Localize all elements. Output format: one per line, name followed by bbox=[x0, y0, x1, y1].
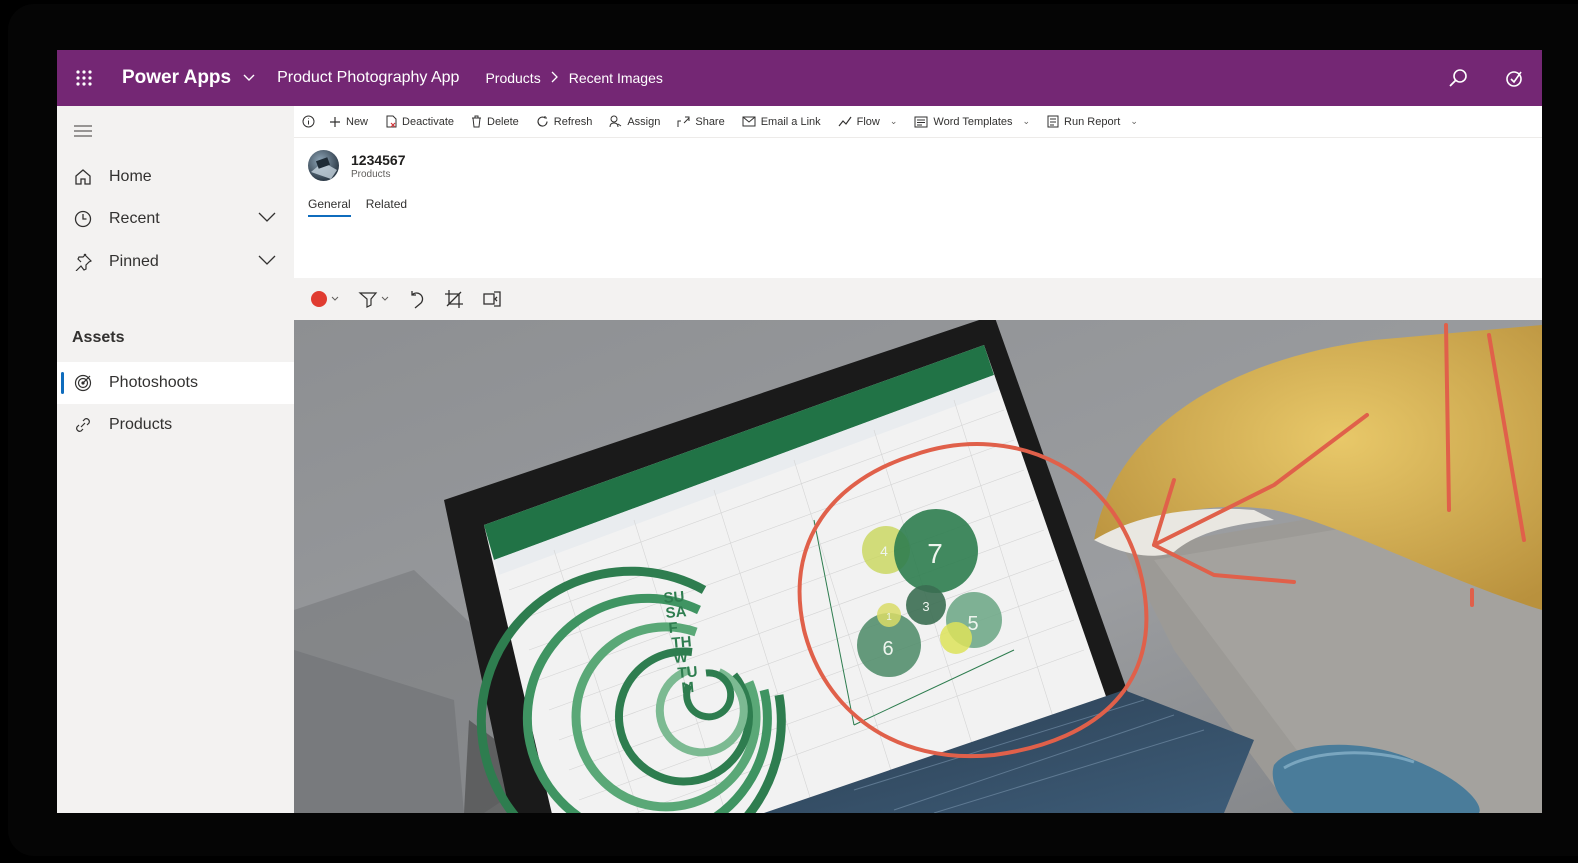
pen-color-swatch bbox=[311, 291, 327, 307]
waffle-icon[interactable] bbox=[57, 50, 111, 106]
clock-icon bbox=[57, 210, 109, 228]
chevron-down-icon[interactable] bbox=[243, 71, 255, 85]
sidebar-item-label: Home bbox=[109, 168, 152, 185]
chevron-right-icon bbox=[551, 70, 559, 86]
highlighter-tool[interactable] bbox=[358, 290, 390, 308]
info-icon[interactable] bbox=[302, 115, 315, 128]
breadcrumb: Products Recent Images bbox=[485, 70, 662, 86]
flow-button[interactable]: Flow ⌄ bbox=[838, 116, 898, 128]
record-id: 1234567 bbox=[351, 151, 406, 168]
word-icon bbox=[914, 116, 928, 128]
new-button[interactable]: New bbox=[329, 116, 368, 128]
avatar bbox=[308, 150, 339, 181]
flow-icon bbox=[838, 116, 852, 128]
bubble-label: 6 bbox=[882, 638, 893, 660]
deactivate-icon bbox=[385, 115, 397, 128]
person-icon bbox=[609, 115, 622, 128]
share-button[interactable]: Share bbox=[677, 115, 725, 128]
crop-button[interactable] bbox=[444, 289, 464, 309]
main-content: New Deactivate Delete Refresh Assign Sha… bbox=[294, 106, 1542, 813]
word-templates-button[interactable]: Word Templates ⌄ bbox=[914, 116, 1030, 128]
sidebar-item-label: Recent bbox=[109, 210, 160, 227]
ring-label: M bbox=[681, 679, 695, 697]
target-icon bbox=[57, 374, 109, 392]
hamburger-menu[interactable] bbox=[57, 110, 294, 152]
email-link-button[interactable]: Email a Link bbox=[742, 116, 821, 128]
sidebar-item-recent[interactable]: Recent bbox=[57, 198, 294, 240]
top-nav-bar: Power Apps Product Photography App Produ… bbox=[57, 50, 1542, 106]
product-photo: SU SA F TH W TU M 4 7 3 5 6 1 bbox=[294, 320, 1542, 813]
bubble-label: 1 bbox=[886, 612, 892, 623]
command-bar: New Deactivate Delete Refresh Assign Sha… bbox=[294, 106, 1542, 138]
plus-icon bbox=[329, 116, 341, 128]
refresh-button[interactable]: Refresh bbox=[536, 115, 592, 128]
undo-button[interactable] bbox=[408, 289, 426, 309]
ink-toolbar bbox=[294, 278, 1542, 320]
photo-canvas[interactable]: SU SA F TH W TU M 4 7 3 5 6 1 bbox=[294, 320, 1542, 813]
bubble-label: 5 bbox=[967, 613, 978, 635]
report-icon bbox=[1047, 115, 1059, 128]
pen-color-icon bbox=[311, 291, 339, 307]
deactivate-button[interactable]: Deactivate bbox=[385, 115, 454, 128]
sidebar-item-home[interactable]: Home bbox=[57, 156, 294, 198]
bubble-label: 4 bbox=[880, 543, 888, 559]
record-entity: Products bbox=[351, 168, 391, 180]
tab-general[interactable]: General bbox=[308, 197, 351, 217]
brand-name[interactable]: Power Apps bbox=[122, 67, 231, 89]
assign-button[interactable]: Assign bbox=[609, 115, 660, 128]
hamburger-icon[interactable] bbox=[57, 124, 109, 138]
highlighter-icon bbox=[358, 292, 389, 308]
chevron-down-icon[interactable] bbox=[258, 210, 276, 228]
bubble-label: 3 bbox=[922, 599, 929, 614]
sidebar-item-label: Products bbox=[109, 416, 173, 433]
sidebar: Home Recent Pinned Assets Photoshoots Pr… bbox=[57, 106, 294, 813]
search-icon[interactable] bbox=[1430, 50, 1486, 106]
sidebar-item-label: Photoshoots bbox=[109, 374, 198, 391]
sidebar-item-label: Pinned bbox=[109, 253, 159, 270]
breadcrumb-products[interactable]: Products bbox=[485, 70, 540, 86]
crop-icon bbox=[445, 290, 463, 308]
sidebar-item-products[interactable]: Products bbox=[57, 404, 294, 446]
chevron-down-icon[interactable]: ⌄ bbox=[1023, 116, 1031, 127]
app-name[interactable]: Product Photography App bbox=[277, 69, 459, 87]
run-report-button[interactable]: Run Report ⌄ bbox=[1047, 115, 1138, 128]
link-icon bbox=[57, 416, 109, 434]
sidebar-item-pinned[interactable]: Pinned bbox=[57, 241, 294, 283]
chevron-down-icon[interactable]: ⌄ bbox=[890, 116, 898, 127]
tab-related[interactable]: Related bbox=[366, 197, 407, 217]
bubble-label: 7 bbox=[927, 538, 943, 569]
delete-button[interactable]: Delete bbox=[471, 115, 519, 128]
share-icon bbox=[677, 115, 690, 128]
assistant-icon[interactable] bbox=[1486, 50, 1542, 106]
sidebar-item-photoshoots[interactable]: Photoshoots bbox=[57, 362, 294, 404]
undo-icon bbox=[411, 291, 424, 309]
pin-icon bbox=[57, 253, 109, 271]
home-icon bbox=[57, 168, 109, 186]
record-tabs: General Related bbox=[308, 197, 422, 217]
email-icon bbox=[742, 116, 756, 127]
app-screen: Power Apps Product Photography App Produ… bbox=[57, 50, 1542, 813]
fit-icon bbox=[483, 291, 501, 307]
record-header: 1234567 Products bbox=[308, 150, 406, 181]
refresh-icon bbox=[536, 115, 549, 128]
fit-button[interactable] bbox=[482, 289, 502, 309]
trash-icon bbox=[471, 115, 482, 128]
pen-color-picker[interactable] bbox=[310, 290, 340, 308]
chevron-down-icon[interactable] bbox=[258, 253, 276, 271]
chevron-down-icon[interactable]: ⌄ bbox=[1130, 116, 1138, 127]
sidebar-section-title: Assets bbox=[72, 329, 125, 346]
breadcrumb-recent-images[interactable]: Recent Images bbox=[569, 70, 663, 86]
